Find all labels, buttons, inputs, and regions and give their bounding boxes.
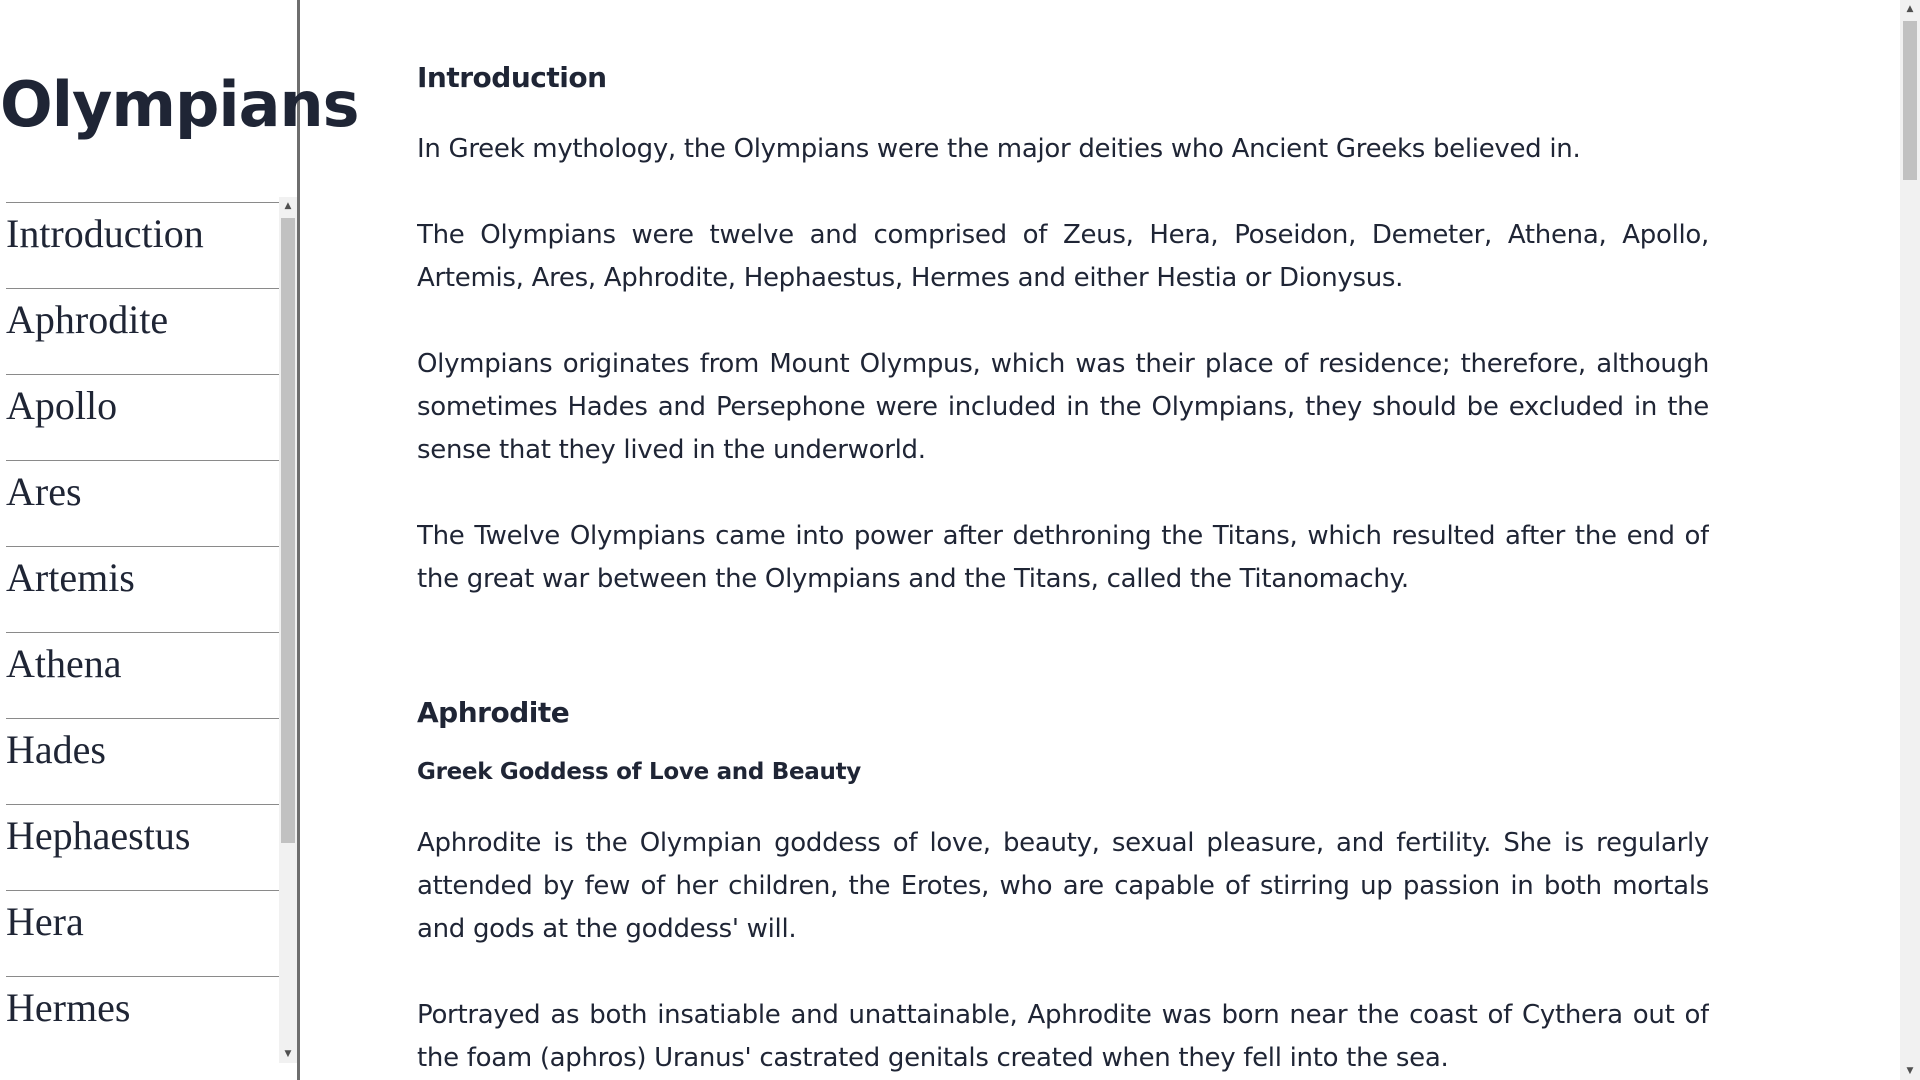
scroll-up-arrow-icon[interactable]: ▲ <box>279 197 297 215</box>
nav-link-ares[interactable]: Ares <box>6 460 279 546</box>
nav-list-container: Introduction Aphrodite Apollo Ares Artem… <box>6 202 279 1062</box>
nav-link-hermes[interactable]: Hermes <box>6 976 279 1062</box>
nav-scrollbar-thumb[interactable] <box>281 218 295 843</box>
nav-scrollbar[interactable]: ▲ ▼ <box>279 197 297 1063</box>
nav-link-athena[interactable]: Athena <box>6 632 279 718</box>
paragraph: The Twelve Olympians came into power aft… <box>417 521 1709 594</box>
section-introduction: Introduction In Greek mythology, the Oly… <box>417 58 1709 601</box>
site-title: Olympians <box>0 68 359 141</box>
nav-link-hera[interactable]: Hera <box>6 890 279 976</box>
paragraph: Portrayed as both insatiable and unattai… <box>417 1000 1709 1073</box>
section-title-aphrodite: Aphrodite <box>417 696 570 729</box>
scroll-down-arrow-icon[interactable]: ▼ <box>279 1045 297 1063</box>
nav-link-hades[interactable]: Hades <box>6 718 279 804</box>
page-scrollbar[interactable]: ▲ ▼ <box>1900 0 1920 1080</box>
scroll-up-arrow-icon[interactable]: ▲ <box>1900 0 1920 18</box>
nav-link-apollo[interactable]: Apollo <box>6 374 279 460</box>
scroll-down-arrow-icon[interactable]: ▼ <box>1900 1062 1920 1080</box>
paragraph: Olympians originates from Mount Olympus,… <box>417 349 1709 465</box>
nav-link-hephaestus[interactable]: Hephaestus <box>6 804 279 890</box>
section-title-introduction: Introduction <box>417 61 607 94</box>
main-doc: Introduction In Greek mythology, the Oly… <box>417 0 1709 1080</box>
paragraph: In Greek mythology, the Olympians were t… <box>417 134 1581 164</box>
nav-link-aphrodite[interactable]: Aphrodite <box>6 288 279 374</box>
paragraph: Aphrodite is the Olympian goddess of lov… <box>417 828 1709 944</box>
nav-list: Introduction Aphrodite Apollo Ares Artem… <box>6 202 279 1062</box>
nav-link-introduction[interactable]: Introduction <box>6 202 279 288</box>
paragraph: The Olympians were twelve and comprised … <box>417 220 1709 293</box>
page-scrollbar-thumb[interactable] <box>1903 21 1917 180</box>
section-aphrodite: Aphrodite Greek Goddess of Love and Beau… <box>417 693 1709 1080</box>
nav-link-artemis[interactable]: Artemis <box>6 546 279 632</box>
navbar: Olympians Introduction Aphrodite Apollo … <box>0 0 359 1080</box>
section-subtitle: Greek Goddess of Love and Beauty <box>417 759 861 785</box>
